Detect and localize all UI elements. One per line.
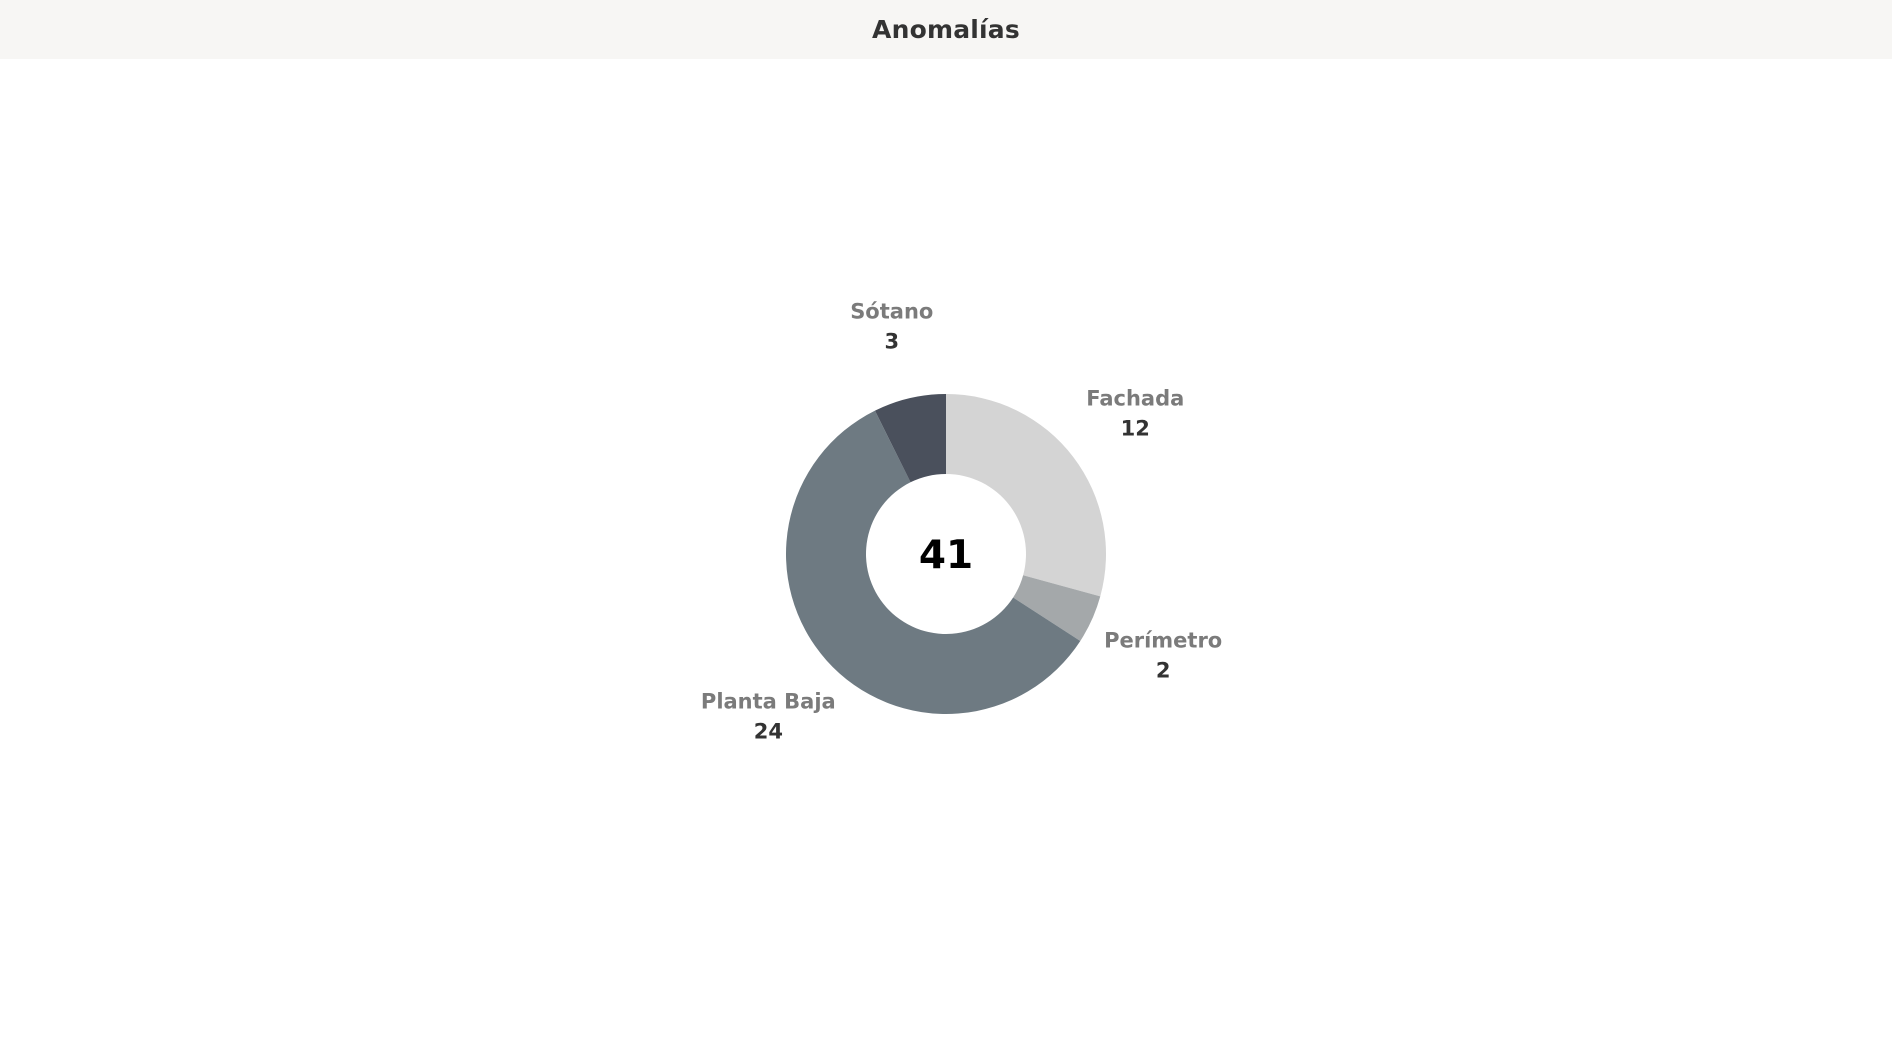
donut-chart: 41 Fachada 12 Perímetro 2 Planta Baja 24 Sótan… (701, 299, 1222, 743)
slice-label-fachada: Fachada (1086, 387, 1184, 411)
slice-value-fachada: 12 (1121, 417, 1150, 441)
center-total: 41 (919, 533, 973, 578)
slice-value-perimetro: 2 (1156, 658, 1171, 682)
slice-label-perimetro: Perímetro (1104, 628, 1222, 652)
slice-label-sotano: Sótano (850, 299, 933, 323)
slice-value-sotano: 3 (884, 329, 899, 353)
slice-label-planta-baja: Planta Baja (701, 689, 836, 713)
slice-value-planta-baja: 24 (754, 719, 783, 743)
